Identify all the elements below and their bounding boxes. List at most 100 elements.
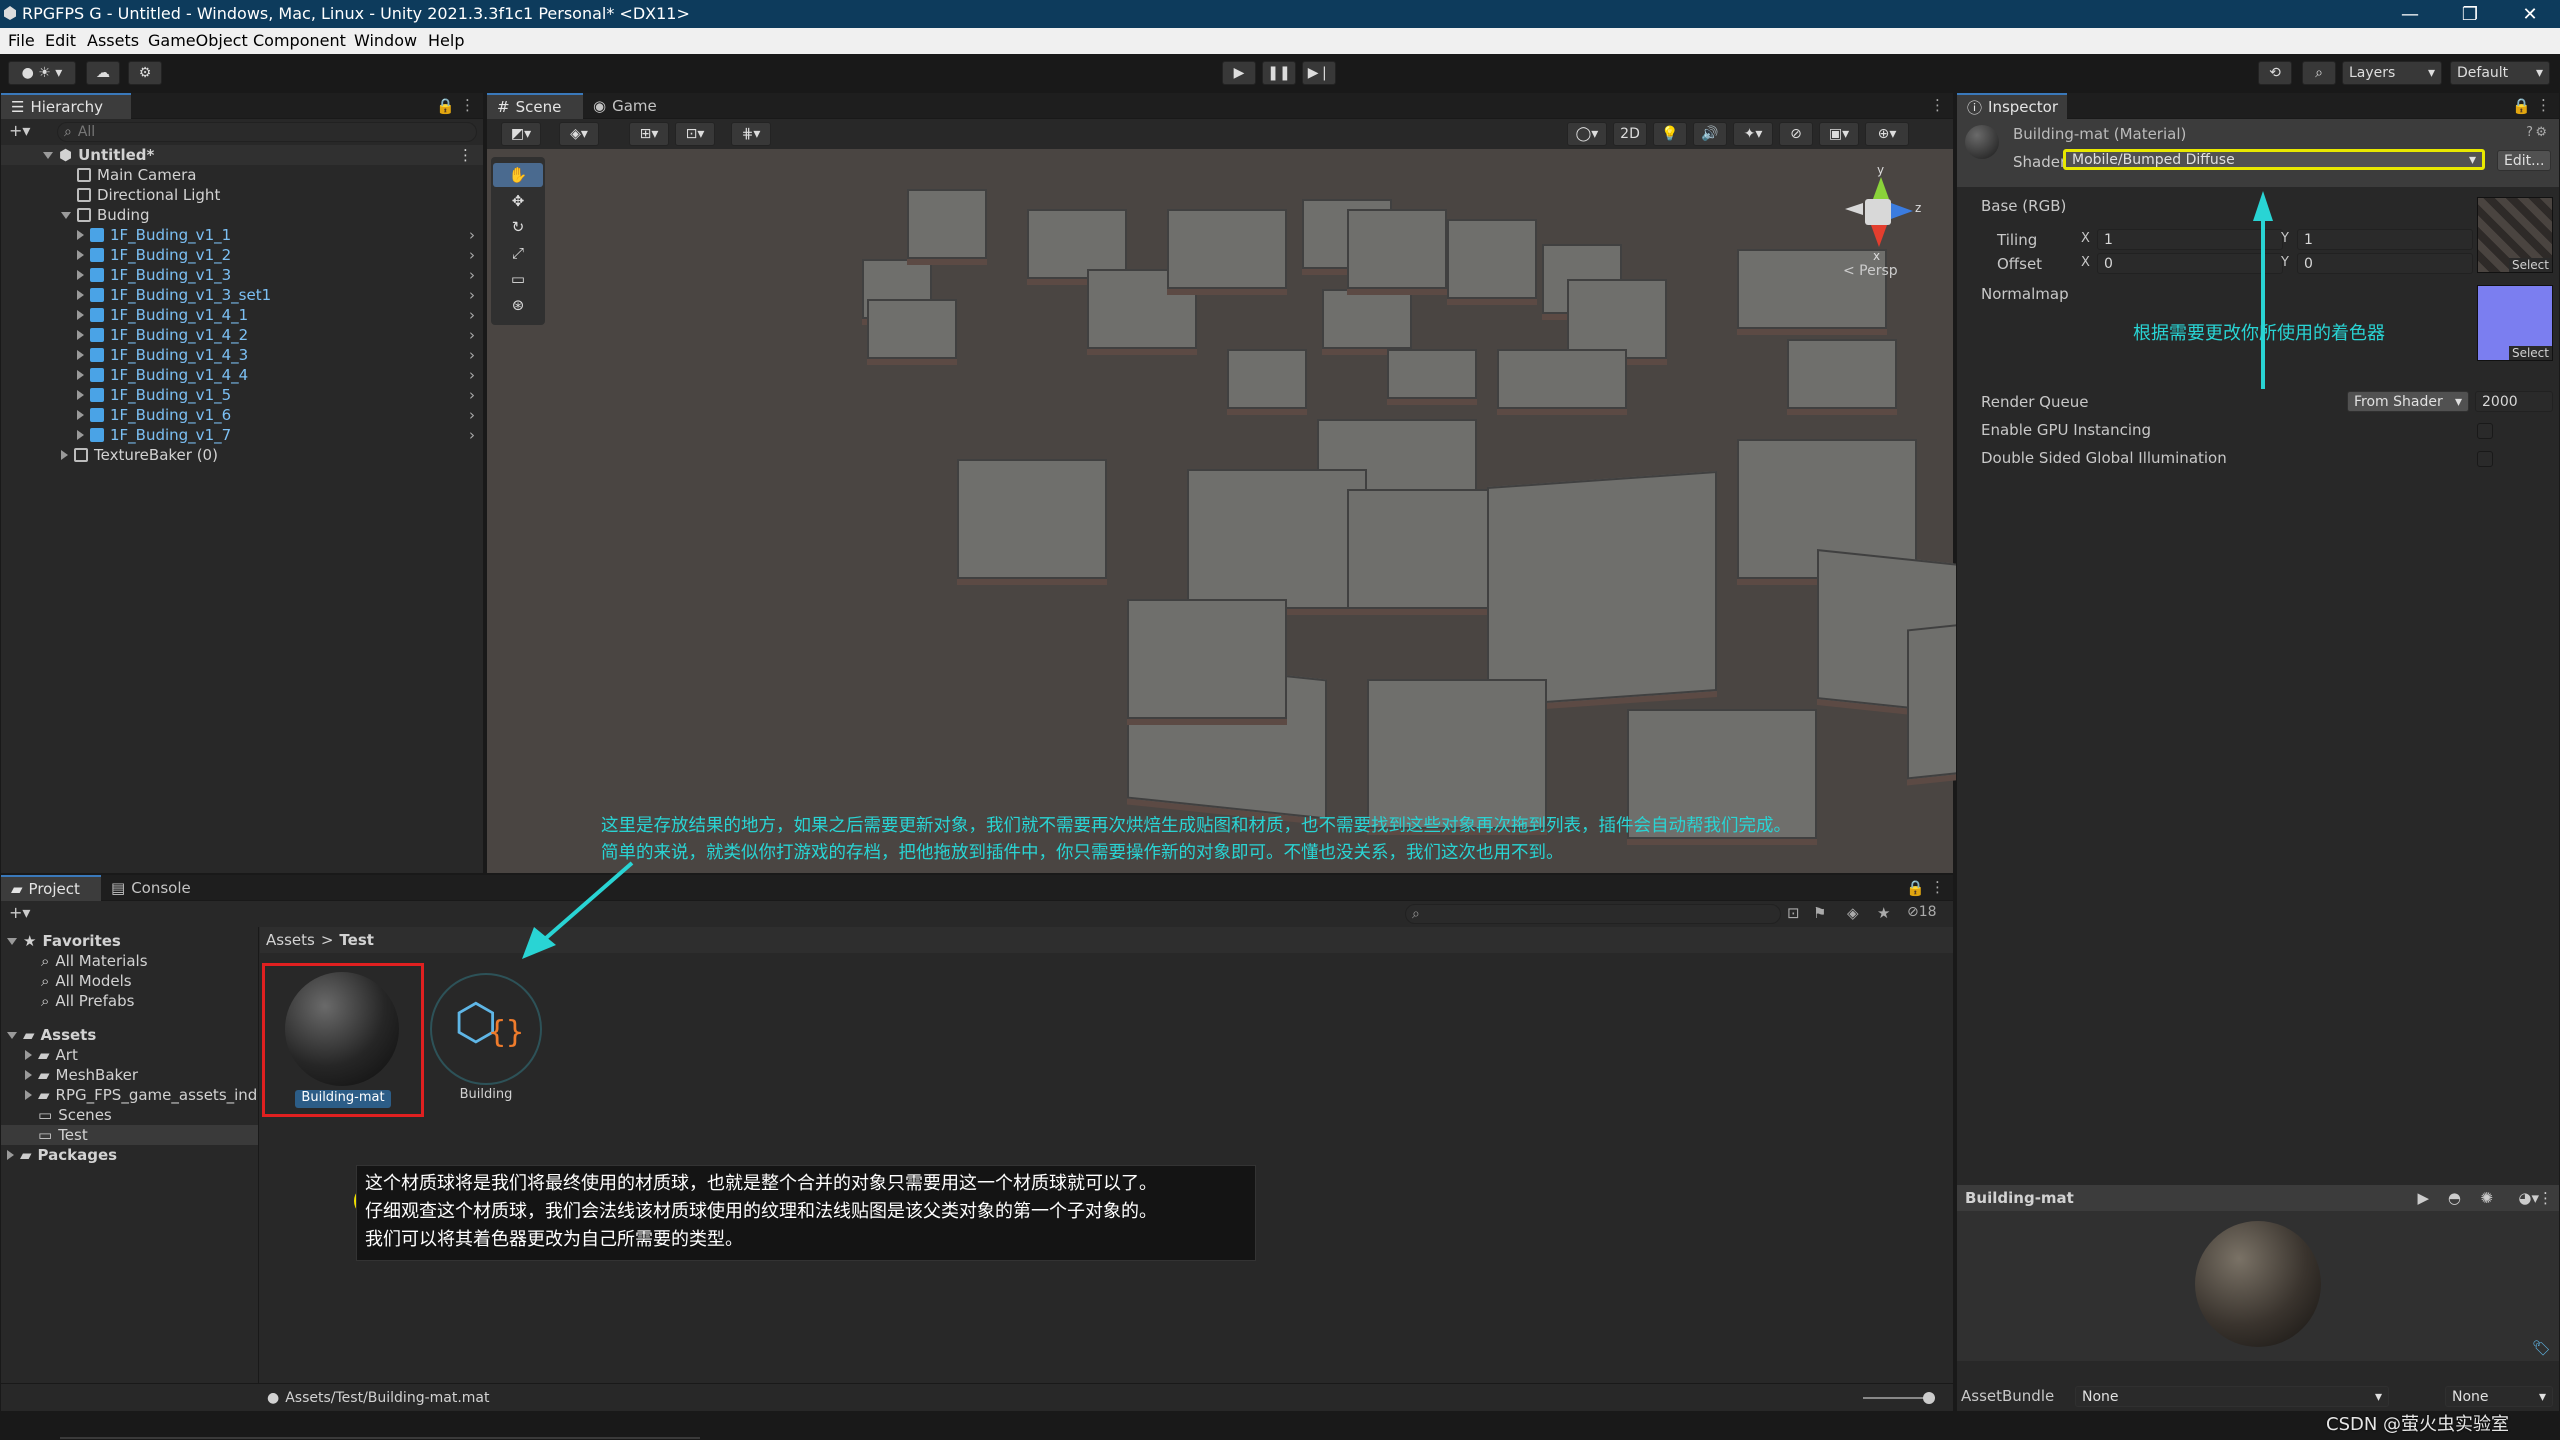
search-type-icon[interactable]: ⊡ [1787, 904, 1800, 922]
draw-mode-button[interactable]: ◩▾ [501, 122, 541, 146]
chevron-right-icon[interactable]: › [469, 326, 475, 344]
chevron-right-icon[interactable]: › [469, 246, 475, 264]
expand-icon[interactable] [77, 390, 84, 400]
history-button[interactable]: ⟲ [2258, 61, 2292, 85]
folder-item[interactable]: ▰ MeshBaker [1, 1065, 258, 1085]
scene-menu-icon[interactable]: ⋮ [458, 146, 473, 164]
tab-inspector[interactable]: ⓘ Inspector [1957, 93, 2067, 119]
tab-scene[interactable]: # Scene [487, 93, 583, 119]
preview-light-icon[interactable]: ✺ [2480, 1189, 2493, 1207]
expand-icon[interactable] [61, 211, 71, 219]
close-button[interactable]: ✕ [2500, 0, 2560, 28]
pivot-button[interactable]: ⊞▾ [629, 122, 669, 146]
camera-button[interactable]: ▣▾ [1819, 122, 1859, 146]
chevron-right-icon[interactable]: › [469, 226, 475, 244]
chevron-right-icon[interactable]: › [469, 286, 475, 304]
assets-root-row[interactable]: ▰ Assets [1, 1025, 258, 1045]
breadcrumb-current[interactable]: Test [339, 931, 374, 949]
hierarchy-item[interactable]: Directional Light [1, 185, 483, 205]
gpu-instancing-checkbox[interactable] [2477, 423, 2493, 439]
tab-console[interactable]: ▤ Console [101, 875, 211, 901]
hierarchy-item[interactable]: 1F_Buding_v1_4_4 › [1, 365, 483, 385]
render-queue-dropdown[interactable]: From Shader ▾ [2347, 391, 2469, 412]
hierarchy-item[interactable]: 1F_Buding_v1_7 › [1, 425, 483, 445]
hierarchy-item[interactable]: 1F_Buding_v1_3_set1 › [1, 285, 483, 305]
breadcrumb-root[interactable]: Assets [266, 931, 315, 949]
expand-icon[interactable] [77, 230, 84, 240]
building-mesh[interactable] [1227, 349, 1307, 409]
shader-dropdown[interactable]: Mobile/Bumped Diffuse ▾ [2063, 149, 2485, 170]
menu-window[interactable]: Window [354, 31, 417, 50]
shader-edit-button[interactable]: Edit... [2497, 150, 2551, 171]
hierarchy-search-input[interactable]: ⌕ All [57, 122, 477, 142]
gizmo-center-cube[interactable] [1865, 199, 1891, 225]
search-label-icon[interactable]: ⚑ [1813, 904, 1826, 922]
scene-row[interactable]: ⬢ Untitled* ⋮ [1, 145, 483, 165]
hierarchy-item[interactable]: 1F_Buding_v1_3 › [1, 265, 483, 285]
search-button[interactable]: ⌕ [2302, 61, 2336, 85]
chevron-right-icon[interactable]: › [469, 426, 475, 444]
render-queue-field[interactable]: 2000 [2475, 391, 2553, 412]
gizmo-x-cone[interactable] [1871, 225, 1887, 247]
asset-label-icon[interactable]: 🏷 [2532, 1339, 2551, 1357]
collab-button[interactable]: ⚙ [128, 61, 162, 85]
lock-icon[interactable]: 🔒 [436, 97, 455, 115]
settings-icon[interactable]: ⚙ [2535, 125, 2547, 140]
building-mesh[interactable] [867, 299, 957, 359]
favorite-item[interactable]: ⌕ All Prefabs [1, 991, 258, 1011]
gizmo-neg-x-cone[interactable] [1845, 203, 1863, 215]
hidden-count[interactable]: ⊘18 [1907, 904, 1937, 920]
project-search-input[interactable]: ⌕ [1405, 904, 1781, 924]
hierarchy-item[interactable]: 1F_Buding_v1_5 › [1, 385, 483, 405]
double-sided-checkbox[interactable] [2477, 451, 2493, 467]
asset-material-item[interactable]: Building-mat [262, 963, 424, 1117]
preview-area[interactable]: 🏷 [1957, 1211, 2559, 1361]
expand-icon[interactable] [7, 1150, 14, 1160]
add-button[interactable]: +▾ [9, 121, 30, 140]
hierarchy-item[interactable]: 1F_Buding_v1_6 › [1, 405, 483, 425]
tiling-y-field[interactable]: 1 [2297, 229, 2473, 250]
normalmap-texture-slot[interactable]: Select [2477, 285, 2553, 361]
preview-mesh-icon[interactable]: ◓ [2448, 1189, 2461, 1207]
expand-icon[interactable] [77, 370, 84, 380]
building-mesh[interactable] [907, 189, 987, 259]
hierarchy-item[interactable]: Buding [1, 205, 483, 225]
folder-item[interactable]: ▭ Scenes [1, 1105, 258, 1125]
audio-button[interactable]: 🔊 [1693, 122, 1727, 146]
menu-component[interactable]: Component [253, 31, 346, 50]
toggle-2d-button[interactable]: 2D [1613, 122, 1647, 146]
building-mesh[interactable] [1347, 209, 1447, 289]
favorites-row[interactable]: ★ Favorites [1, 931, 258, 951]
expand-icon[interactable] [25, 1090, 32, 1100]
scene-viewport[interactable] [487, 149, 2107, 873]
base-texture-slot[interactable]: Select [2477, 197, 2553, 273]
menu-edit[interactable]: Edit [45, 31, 76, 50]
panel-menu-icon[interactable]: ⋮ [1930, 878, 1945, 896]
tab-project[interactable]: ▰ Project [1, 875, 101, 901]
gizmos-button[interactable]: ⊕▾ [1865, 122, 1909, 146]
cloud-button[interactable]: ☁ [86, 61, 120, 85]
building-mesh[interactable] [1567, 279, 1667, 359]
expand-icon[interactable] [77, 350, 84, 360]
building-mesh[interactable] [1322, 289, 1412, 349]
slider-handle[interactable] [1923, 1392, 1935, 1404]
gizmo-z-cone[interactable] [1891, 203, 1913, 219]
building-mesh[interactable] [1367, 679, 1547, 829]
hierarchy-item[interactable]: 1F_Buding_v1_4_3 › [1, 345, 483, 365]
chevron-right-icon[interactable]: › [469, 306, 475, 324]
building-mesh[interactable] [1167, 209, 1287, 289]
help-icon[interactable]: ? [2526, 125, 2533, 140]
maximize-button[interactable]: ❐ [2440, 0, 2500, 28]
building-mesh[interactable] [1127, 599, 1287, 719]
chevron-right-icon[interactable]: › [469, 406, 475, 424]
increment-snap-button[interactable]: ⋕▾ [731, 122, 771, 146]
assetbundle-variant-dropdown[interactable]: None ▾ [2445, 1386, 2553, 1407]
chevron-right-icon[interactable]: › [469, 266, 475, 284]
building-mesh[interactable] [1787, 339, 1897, 409]
hierarchy-item[interactable]: 1F_Buding_v1_4_1 › [1, 305, 483, 325]
chevron-right-icon[interactable]: › [469, 346, 475, 364]
panel-menu-icon[interactable]: ⋮ [460, 96, 475, 114]
pause-button[interactable]: ❚❚ [1262, 61, 1296, 85]
building-mesh[interactable] [1387, 349, 1477, 399]
menu-gameobject[interactable]: GameObject [148, 31, 248, 50]
